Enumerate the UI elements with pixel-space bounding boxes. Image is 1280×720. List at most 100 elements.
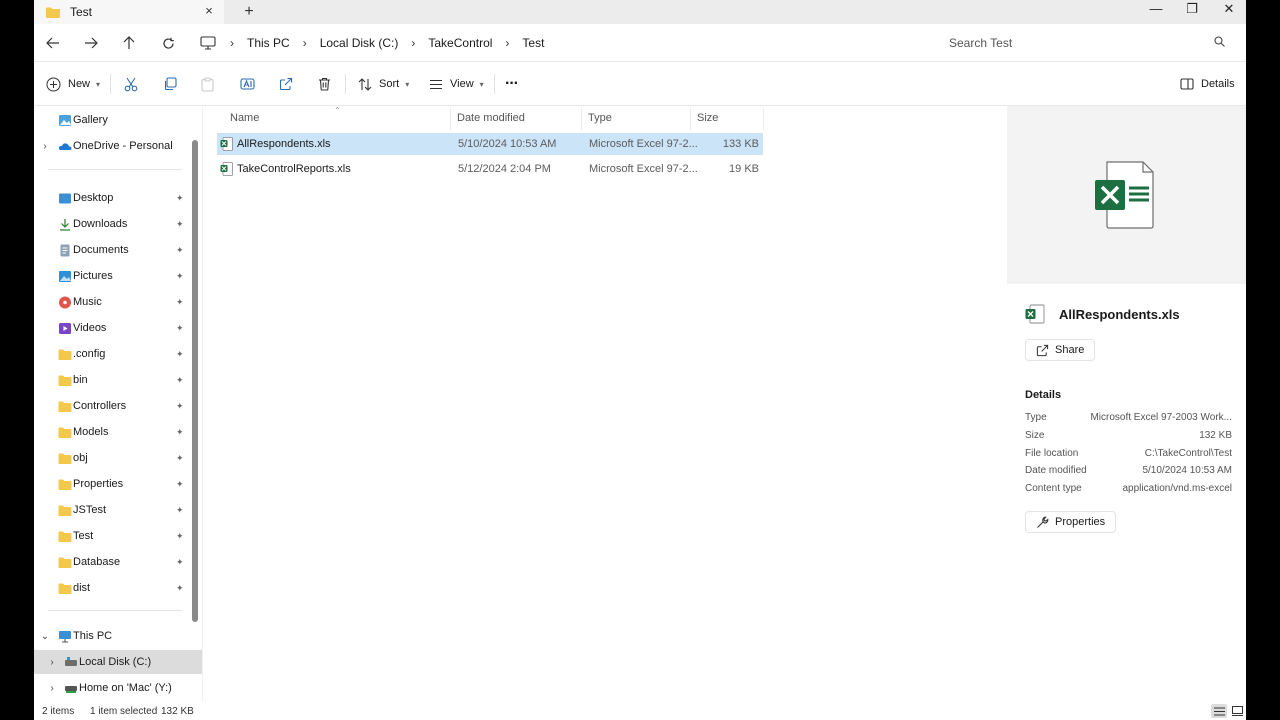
pin-icon[interactable]: ✦	[176, 427, 188, 438]
chevron-down-icon: ▾	[405, 79, 410, 89]
details-share-button[interactable]: Share	[1025, 339, 1096, 361]
column-header-name[interactable]: Name	[230, 112, 259, 124]
arrow-up-icon	[123, 36, 135, 49]
nav-item-jstest[interactable]: JSTest ✦	[34, 498, 202, 522]
breadcrumb: › This PC › Local Disk (C:) › TakeContro…	[200, 30, 544, 56]
nav-item-test[interactable]: Test ✦	[34, 524, 202, 548]
table-row[interactable]: TakeControlReports.xls 5/12/2024 2:04 PM…	[217, 158, 763, 180]
nav-item-pictures[interactable]: Pictures ✦	[34, 264, 202, 288]
column-header-size[interactable]: Size	[697, 112, 718, 124]
pin-icon[interactable]: ✦	[176, 245, 188, 256]
status-item-count: 2 items	[42, 706, 75, 717]
nav-item-local-disk[interactable]: › Local Disk (C:)	[34, 650, 202, 674]
pin-icon[interactable]: ✦	[176, 297, 188, 308]
pin-icon[interactable]: ✦	[176, 401, 188, 412]
nav-item-obj[interactable]: obj ✦	[34, 446, 202, 470]
pin-icon[interactable]: ✦	[176, 479, 188, 490]
nav-item-gallery[interactable]: Gallery	[34, 108, 202, 132]
nav-item-bin[interactable]: bin ✦	[34, 368, 202, 392]
nav-item-this-pc[interactable]: ⌄ This PC	[34, 624, 202, 648]
nav-item-videos[interactable]: Videos ✦	[34, 316, 202, 340]
share-button[interactable]	[279, 74, 293, 94]
new-label: New	[68, 78, 91, 90]
wrench-icon	[1037, 516, 1049, 528]
breadcrumb-separator[interactable]: ›	[230, 36, 234, 50]
sort-button[interactable]: Sort ▾	[358, 74, 409, 94]
pin-icon[interactable]: ✦	[176, 505, 188, 516]
pin-icon[interactable]: ✦	[176, 323, 188, 334]
details-pane-button[interactable]: Details	[1180, 74, 1235, 94]
nav-item-label: obj	[73, 452, 88, 464]
new-button[interactable]: New ▾	[46, 74, 100, 94]
nav-item-documents[interactable]: Documents ✦	[34, 238, 202, 262]
delete-button[interactable]	[318, 74, 331, 94]
nav-item-database[interactable]: Database ✦	[34, 550, 202, 574]
column-divider[interactable]	[581, 108, 582, 130]
nav-scrollbar[interactable]	[192, 140, 198, 622]
chevron-right-icon[interactable]: ›	[47, 683, 57, 694]
chevron-right-icon[interactable]: ›	[40, 141, 50, 152]
breadcrumb-test[interactable]: Test	[522, 36, 544, 50]
folder-icon	[58, 427, 72, 438]
chevron-down-icon[interactable]: ⌄	[40, 631, 50, 642]
column-header-date[interactable]: Date modified	[457, 112, 525, 124]
nav-item-mac-home[interactable]: › Home on 'Mac' (Y:)	[34, 676, 202, 700]
nav-item-controllers[interactable]: Controllers ✦	[34, 394, 202, 418]
breadcrumb-separator[interactable]: ›	[303, 36, 307, 50]
tab-title: Test	[70, 5, 93, 19]
pin-icon[interactable]: ✦	[176, 219, 188, 230]
column-divider[interactable]	[690, 108, 691, 130]
pin-icon[interactable]: ✦	[176, 375, 188, 386]
nav-item-properties[interactable]: Properties ✦	[34, 472, 202, 496]
column-divider[interactable]	[763, 108, 764, 130]
pin-icon[interactable]: ✦	[176, 453, 188, 464]
forward-button[interactable]	[81, 33, 101, 53]
tiles-view-button[interactable]	[1229, 704, 1245, 718]
close-window-button[interactable]: ✕	[1211, 0, 1246, 20]
nav-item-onedrive[interactable]: › OneDrive - Personal	[34, 134, 202, 158]
nav-item-label: bin	[73, 374, 88, 386]
minimize-button[interactable]: —	[1138, 0, 1174, 20]
chevron-right-icon[interactable]: ›	[47, 657, 57, 668]
close-tab-icon[interactable]: ×	[202, 4, 216, 18]
properties-button[interactable]: Properties	[1025, 511, 1117, 533]
pc-icon[interactable]	[200, 36, 216, 50]
pin-icon[interactable]: ✦	[176, 583, 188, 594]
nav-item-desktop[interactable]: Desktop ✦	[34, 186, 202, 210]
search-input[interactable]: Search Test	[937, 30, 1243, 56]
cut-button[interactable]	[124, 74, 138, 94]
table-row[interactable]: AllRespondents.xls 5/10/2024 10:53 AM Mi…	[217, 133, 763, 155]
refresh-button[interactable]	[158, 33, 178, 53]
breadcrumb-this-pc[interactable]: This PC	[247, 36, 290, 50]
column-divider[interactable]	[450, 108, 451, 130]
up-button[interactable]	[119, 33, 139, 53]
pin-icon[interactable]: ✦	[176, 193, 188, 204]
nav-item-downloads[interactable]: Downloads ✦	[34, 212, 202, 236]
maximize-button[interactable]: ❐	[1174, 0, 1210, 20]
back-button[interactable]	[43, 33, 63, 53]
nav-item-config[interactable]: .config ✦	[34, 342, 202, 366]
nav-item-label: OneDrive - Personal	[73, 140, 173, 152]
new-tab-button[interactable]: +	[240, 3, 258, 21]
breadcrumb-separator[interactable]: ›	[505, 36, 509, 50]
pin-icon[interactable]: ✦	[176, 557, 188, 568]
view-button[interactable]: View ▾	[429, 74, 484, 94]
breadcrumb-takecontrol[interactable]: TakeControl	[428, 36, 492, 50]
nav-item-models[interactable]: Models ✦	[34, 420, 202, 444]
pin-icon[interactable]: ✦	[176, 531, 188, 542]
paste-button[interactable]	[201, 74, 214, 94]
rename-icon	[240, 78, 255, 90]
copy-button[interactable]	[163, 74, 177, 94]
pin-icon[interactable]: ✦	[176, 349, 188, 360]
nav-item-label: This PC	[73, 630, 113, 642]
nav-item-dist[interactable]: dist ✦	[34, 576, 202, 600]
details-view-button[interactable]	[1211, 704, 1227, 718]
more-options-button[interactable]: ···	[505, 74, 519, 94]
breadcrumb-local-disk[interactable]: Local Disk (C:)	[320, 36, 399, 50]
breadcrumb-separator[interactable]: ›	[411, 36, 415, 50]
nav-item-music[interactable]: Music ✦	[34, 290, 202, 314]
rename-button[interactable]	[240, 74, 255, 94]
pin-icon[interactable]: ✦	[176, 271, 188, 282]
column-header-type[interactable]: Type	[588, 112, 612, 124]
tab-test[interactable]: Test ×	[34, 0, 224, 24]
